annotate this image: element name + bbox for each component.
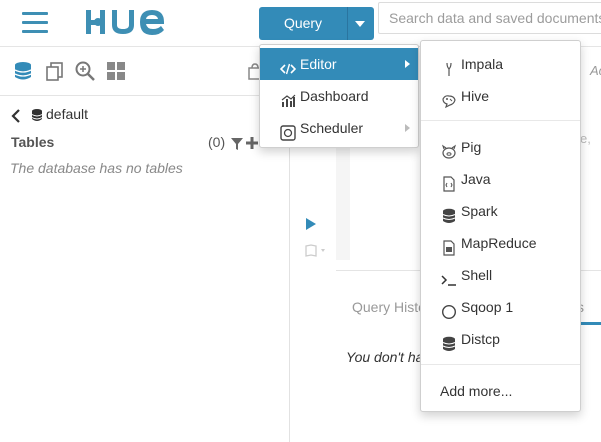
menu-item-pig[interactable]: Pig xyxy=(421,131,580,163)
menu-item-dashboard[interactable]: Dashboard xyxy=(260,80,418,112)
menu-item-label: Shell xyxy=(461,267,493,283)
mapreduce-file-icon xyxy=(441,235,457,256)
tab-query-history[interactable]: Query Histo xyxy=(352,299,426,315)
hue-logo[interactable] xyxy=(84,4,184,40)
database-icon[interactable] xyxy=(12,60,34,82)
empty-tables-message: The database has no tables xyxy=(10,160,183,176)
distcp-database-icon xyxy=(441,331,457,351)
menu-item-editor[interactable]: Editor xyxy=(260,48,418,80)
chevron-down-icon[interactable] xyxy=(355,21,365,27)
database-small-icon xyxy=(31,108,43,125)
query-button-separator xyxy=(347,7,348,40)
menu-item-label: MapReduce xyxy=(461,235,537,251)
back-chevron-icon[interactable] xyxy=(10,109,22,126)
code-icon xyxy=(279,56,297,75)
pig-icon xyxy=(441,139,457,159)
database-name[interactable]: default xyxy=(46,106,88,122)
editor-hint-fragment: e, xyxy=(580,131,591,146)
spark-icon xyxy=(441,203,457,223)
query-button-label: Query xyxy=(283,15,323,31)
tables-heading: Tables xyxy=(11,134,55,150)
menu-divider xyxy=(421,364,580,365)
left-assist-panel xyxy=(0,46,290,442)
menu-item-distcp[interactable]: Distcp xyxy=(421,323,580,355)
java-file-icon xyxy=(441,171,457,192)
menu-item-label: Hive xyxy=(461,88,490,104)
play-icon[interactable] xyxy=(305,217,317,234)
active-tab-indicator xyxy=(580,322,601,325)
menu-item-label: Sqoop 1 xyxy=(461,299,514,315)
menu-divider xyxy=(421,120,580,121)
chevron-right-icon xyxy=(405,60,410,68)
documents-icon[interactable] xyxy=(44,60,66,82)
hamburger-menu-icon[interactable] xyxy=(22,12,48,34)
menu-item-label: Scheduler xyxy=(300,120,364,136)
apps-icon[interactable] xyxy=(105,60,127,82)
menu-item-label: Impala xyxy=(461,56,504,72)
menu-item-scheduler[interactable]: Scheduler xyxy=(260,112,418,144)
menu-item-label: Pig xyxy=(461,139,482,155)
menu-item-java[interactable]: Java xyxy=(421,163,580,195)
filter-icon[interactable] xyxy=(231,137,243,153)
autocomplete-fragment: Ac xyxy=(590,63,601,78)
menu-item-label: Add more... xyxy=(440,383,513,399)
menu-item-shell[interactable]: Shell xyxy=(421,259,580,291)
menu-item-sqoop[interactable]: Sqoop 1 xyxy=(421,291,580,323)
menu-item-impala[interactable]: Impala xyxy=(421,48,580,80)
chevron-right-icon xyxy=(405,124,410,132)
menu-item-hive[interactable]: Hive xyxy=(421,80,580,112)
menu-item-spark[interactable]: Spark xyxy=(421,195,580,227)
menu-item-add-more[interactable]: Add more... xyxy=(421,375,580,407)
menu-item-label: Distcp xyxy=(461,331,500,347)
editor-submenu: Impala Hive Pig Java Spark MapReduce She… xyxy=(420,40,581,412)
search-data-icon[interactable] xyxy=(74,60,96,82)
scheduler-icon xyxy=(280,120,296,141)
search-box[interactable] xyxy=(378,2,601,34)
add-icon[interactable] xyxy=(246,136,258,152)
sqoop-circle-icon xyxy=(441,299,457,320)
menu-item-label: Java xyxy=(461,171,491,187)
query-dropdown-menu: Editor Dashboard Scheduler xyxy=(259,44,419,148)
menu-item-label: Editor xyxy=(300,56,337,72)
hive-icon xyxy=(441,88,457,109)
chart-icon xyxy=(280,88,296,107)
query-button[interactable]: Query xyxy=(259,7,374,40)
impala-icon xyxy=(441,56,457,76)
terminal-icon xyxy=(441,267,457,286)
tables-count: (0) xyxy=(208,134,226,150)
editor-gutter xyxy=(336,140,350,260)
search-input[interactable] xyxy=(379,4,601,32)
menu-item-mapreduce[interactable]: MapReduce xyxy=(421,227,580,259)
book-icon[interactable] xyxy=(305,244,329,261)
menu-item-label: Spark xyxy=(461,203,498,219)
no-history-message: You don't ha xyxy=(346,349,424,365)
menu-item-label: Dashboard xyxy=(300,88,369,104)
